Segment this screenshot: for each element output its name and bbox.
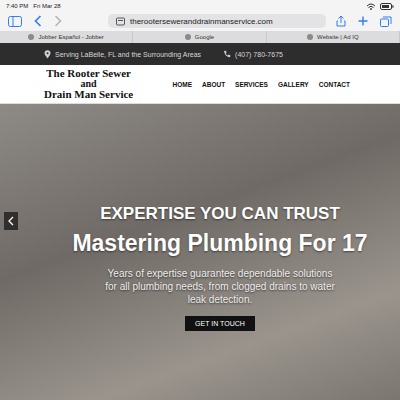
phone-number[interactable]: (407) 780-7675 <box>235 51 283 58</box>
tab-label: Jobber Español - Jobber <box>38 34 103 40</box>
sidebar-icon[interactable] <box>8 16 22 27</box>
browser-toolbar: therooterseweranddrainmanservice.com <box>0 11 400 31</box>
site-header: The Rooter SewerandDrain Man Service HOME… <box>0 65 400 104</box>
carousel-prev-button[interactable] <box>4 212 18 230</box>
tab[interactable]: Website | Ad IQ <box>267 31 400 43</box>
logo-line: and <box>81 79 97 89</box>
phone-icon <box>223 50 231 58</box>
service-area: Serving LaBelle, FL and the Surrounding … <box>55 51 201 58</box>
screen: 7:40 PM Fri Mar 28 therooterseweranddrainm… <box>0 0 400 400</box>
tab-label: Website | Ad IQ <box>317 34 358 40</box>
nav-menu: HOME ABOUT SERVICES GALLERY CONTACT <box>173 81 351 88</box>
tabs-icon[interactable] <box>380 16 392 27</box>
site-top-bar: Serving LaBelle, FL and the Surrounding … <box>0 43 400 65</box>
date: Fri Mar 28 <box>33 3 60 9</box>
battery-icon <box>380 3 394 10</box>
nav-item[interactable]: HOME <box>173 81 193 88</box>
share-icon[interactable] <box>336 15 346 27</box>
get-in-touch-button[interactable]: GET IN TOUCH <box>185 316 255 331</box>
chevron-left-icon <box>8 216 14 226</box>
tab-label: Google <box>195 34 214 40</box>
logo[interactable]: The Rooter SewerandDrain Man Service <box>44 68 133 100</box>
status-bar: 7:40 PM Fri Mar 28 <box>0 0 400 11</box>
favicon-icon <box>28 34 34 40</box>
wifi-icon <box>366 3 376 10</box>
url: therooterseweranddrainmanservice.com <box>130 17 273 26</box>
favicon-icon <box>307 34 313 40</box>
location-pin-icon <box>44 50 51 59</box>
page-icon <box>116 17 125 26</box>
hero-text: Years of expertise guarantee dependable … <box>105 267 335 306</box>
address-bar[interactable]: therooterseweranddrainmanservice.com <box>108 14 326 28</box>
hero: EXPERTISE YOU CAN TRUST Mastering Plumbin… <box>0 104 400 400</box>
back-icon[interactable] <box>34 15 42 27</box>
new-tab-icon[interactable] <box>358 16 368 26</box>
tab-bar: Jobber Español - Jobber Google Website | A… <box>0 31 400 43</box>
nav-item[interactable]: ABOUT <box>202 81 225 88</box>
forward-icon[interactable] <box>54 15 62 27</box>
nav-item[interactable]: SERVICES <box>235 81 268 88</box>
tab[interactable]: Jobber Español - Jobber <box>0 31 133 43</box>
hero-eyebrow: EXPERTISE YOU CAN TRUST <box>100 204 340 224</box>
time: 7:40 PM <box>6 3 28 9</box>
hero-title: Mastering Plumbing For 17 <box>72 230 367 257</box>
tab[interactable]: Google <box>133 31 266 43</box>
favicon-icon <box>185 34 191 40</box>
nav-item[interactable]: CONTACT <box>319 81 350 88</box>
logo-line: The Rooter Sewer <box>46 68 131 79</box>
nav-item[interactable]: GALLERY <box>278 81 309 88</box>
logo-line: Drain Man Service <box>44 89 133 100</box>
